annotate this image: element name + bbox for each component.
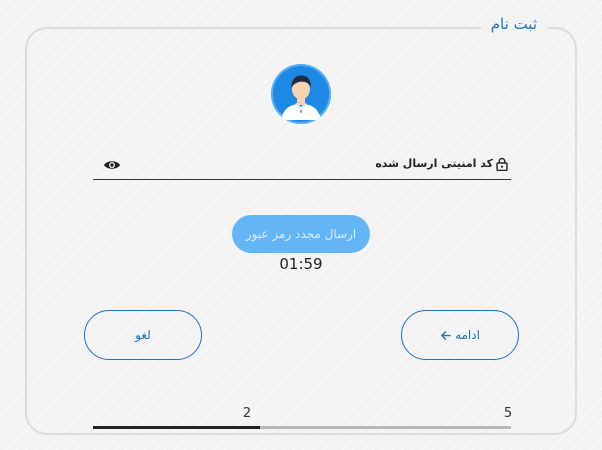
cancel-button-label: لغو xyxy=(135,328,151,342)
progress-total-steps: 5 xyxy=(503,406,513,421)
lock-icon xyxy=(496,157,508,171)
resend-timer: 01:59 xyxy=(279,255,323,273)
progress-bar xyxy=(93,426,511,429)
security-code-field[interactable]: کد امنیتی ارسال شده xyxy=(93,150,511,180)
cancel-button[interactable]: لغو xyxy=(84,310,202,360)
user-avatar-icon xyxy=(271,64,331,124)
resend-password-button[interactable]: ارسال مجدد رمز عبور xyxy=(232,215,370,253)
continue-button-label: ادامه xyxy=(455,328,480,342)
progress-current-step: 2 xyxy=(242,406,252,421)
continue-button[interactable]: ادامه xyxy=(401,310,519,360)
form-title: ثبت نام xyxy=(480,14,547,34)
eye-icon[interactable] xyxy=(103,159,121,171)
arrow-left-icon xyxy=(441,330,451,340)
security-code-label: کد امنیتی ارسال شده xyxy=(375,157,493,170)
progress-bar-fill xyxy=(93,426,261,429)
